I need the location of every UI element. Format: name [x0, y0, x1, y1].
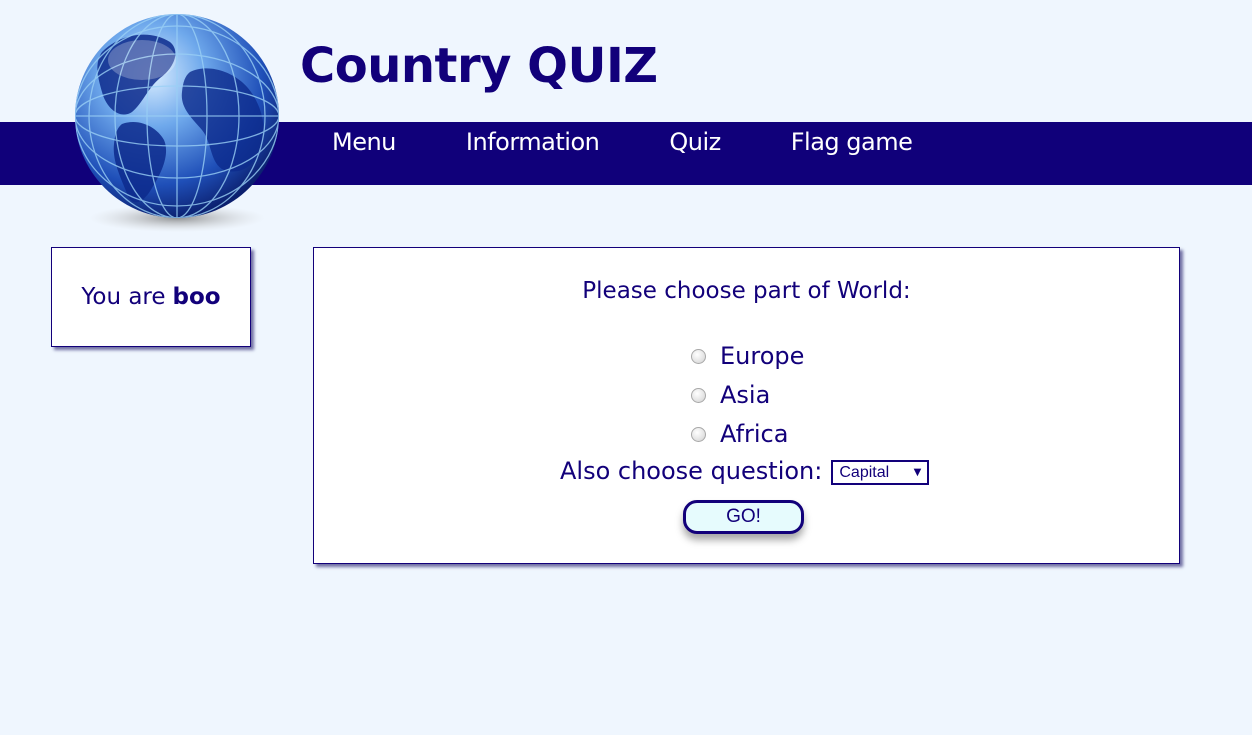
- site-title: Country QUIZ: [300, 38, 658, 94]
- option-asia[interactable]: Asia: [691, 380, 770, 410]
- username: boo: [172, 284, 221, 310]
- option-africa[interactable]: Africa: [691, 419, 788, 449]
- option-label: Europe: [720, 342, 805, 370]
- nav-item-information[interactable]: Information: [466, 128, 600, 156]
- globe-icon: [75, 14, 279, 232]
- asia-radio[interactable]: [691, 387, 706, 403]
- user-prefix-text: You are: [81, 284, 166, 310]
- nav-item-quiz[interactable]: Quiz: [669, 128, 721, 156]
- quiz-heading: Please choose part of World:: [582, 278, 911, 304]
- question-type-select[interactable]: Capital ▼: [831, 460, 930, 485]
- select-value: Capital: [839, 463, 890, 481]
- africa-radio[interactable]: [691, 426, 706, 442]
- question-label: Also choose question:: [560, 456, 823, 485]
- quiz-form-panel: Please choose part of World: Europe Asia…: [313, 247, 1180, 564]
- nav-item-menu[interactable]: Menu: [332, 128, 396, 156]
- nav-item-flag-game[interactable]: Flag game: [791, 128, 913, 156]
- user-info-box: You are boo: [51, 247, 251, 347]
- main-nav: Menu Information Quiz Flag game: [332, 126, 982, 158]
- go-button[interactable]: GO!: [683, 500, 804, 534]
- option-europe[interactable]: Europe: [691, 341, 804, 371]
- europe-radio[interactable]: [691, 348, 706, 364]
- option-label: Asia: [720, 381, 771, 409]
- option-label: Africa: [720, 420, 789, 448]
- chevron-down-icon: ▼: [913, 467, 922, 478]
- question-row: Also choose question: Capital ▼: [560, 456, 930, 485]
